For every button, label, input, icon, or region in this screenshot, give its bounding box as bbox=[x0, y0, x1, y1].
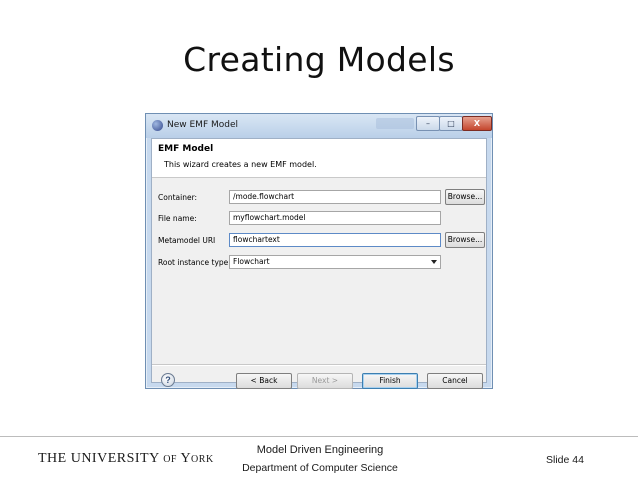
dialog-titlebar[interactable]: New EMF Model – □ X bbox=[146, 114, 492, 138]
metamodel-uri-input[interactable]: flowchartext bbox=[229, 233, 441, 247]
metamodel-browse-button[interactable]: Browse... bbox=[445, 232, 485, 248]
container-browse-button[interactable]: Browse... bbox=[445, 189, 485, 205]
wizard-description: This wizard creates a new EMF model. bbox=[164, 160, 317, 169]
dialog-title: New EMF Model bbox=[167, 120, 239, 130]
container-input[interactable]: /mode.flowchart bbox=[229, 190, 441, 204]
root-instance-type-select[interactable]: Flowchart bbox=[229, 255, 441, 269]
eclipse-icon bbox=[152, 120, 163, 131]
root-instance-type-label: Root instance type bbox=[158, 258, 229, 267]
wizard-header: EMF Model This wizard creates a new EMF … bbox=[152, 139, 486, 178]
dialog-content: EMF Model This wizard creates a new EMF … bbox=[151, 138, 487, 389]
finish-button[interactable]: Finish bbox=[362, 373, 418, 389]
minimize-button[interactable]: – bbox=[416, 116, 440, 131]
titlebar-background-text bbox=[376, 118, 414, 129]
university-of-york-logo: THE UNIVERSITY of York bbox=[38, 449, 214, 467]
root-instance-type-value: Flowchart bbox=[233, 257, 270, 266]
dialog-footer-separator bbox=[152, 364, 486, 366]
file-name-input[interactable]: myflowchart.model bbox=[229, 211, 441, 225]
close-button[interactable]: X bbox=[462, 116, 492, 131]
help-icon[interactable]: ? bbox=[161, 373, 175, 387]
file-name-label: File name: bbox=[158, 214, 197, 223]
slide-title: Creating Models bbox=[183, 40, 455, 79]
maximize-button[interactable]: □ bbox=[439, 116, 463, 131]
container-label: Container: bbox=[158, 193, 198, 202]
next-button[interactable]: Next > bbox=[297, 373, 353, 389]
chevron-down-icon[interactable] bbox=[431, 260, 437, 264]
back-button[interactable]: < Back bbox=[236, 373, 292, 389]
slide-number: Slide 44 bbox=[546, 454, 584, 466]
new-emf-model-dialog: New EMF Model – □ X EMF Model This wizar… bbox=[145, 113, 493, 389]
wizard-title: EMF Model bbox=[158, 144, 214, 154]
metamodel-uri-label: Metamodel URI bbox=[158, 236, 216, 245]
footer-department: Department of Computer Science bbox=[242, 462, 398, 474]
university-logo-text: THE UNIVERSITY of York bbox=[38, 451, 214, 466]
cancel-button[interactable]: Cancel bbox=[427, 373, 483, 389]
slide-footer-divider bbox=[0, 436, 638, 437]
footer-course: Model Driven Engineering bbox=[256, 444, 384, 456]
